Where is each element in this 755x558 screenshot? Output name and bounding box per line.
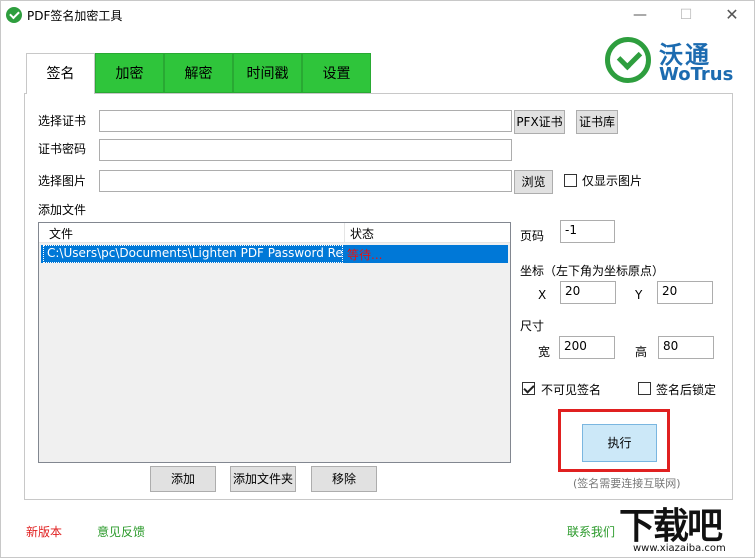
window-title: PDF签名加密工具 [27, 9, 123, 23]
page-label: 页码 [520, 229, 545, 243]
tab-sign[interactable]: 签名 [26, 53, 95, 94]
wotrus-logo: 沃通 WoTrus [605, 35, 750, 87]
column-status[interactable]: 状态 [350, 225, 374, 242]
x-label: X [538, 288, 547, 302]
width-input[interactable]: 200 [559, 336, 615, 359]
feedback-link[interactable]: 意见反馈 [97, 523, 145, 540]
watermark-url: www.xiazaiba.com [633, 543, 726, 554]
add-button[interactable]: 添加 [150, 466, 216, 492]
add-folder-button[interactable]: 添加文件夹 [230, 466, 296, 492]
column-separator [344, 223, 345, 243]
y-input[interactable]: 20 [657, 281, 713, 304]
y-label: Y [635, 288, 643, 302]
size-label: 尺寸 [520, 319, 545, 333]
cert-store-button[interactable]: 证书库 [576, 110, 618, 134]
contact-link[interactable]: 联系我们 [567, 523, 615, 540]
list-header: 文件 状态 [39, 223, 510, 243]
row-file-path: C:\Users\pc\Documents\Lighten PDF Passwo… [47, 246, 343, 260]
minimize-button[interactable]: — [625, 5, 655, 25]
maximize-button[interactable]: ☐ [671, 5, 701, 25]
app-window: PDF签名加密工具 — ☐ ✕ 沃通 WoTrus 签名 加密 解密 时间戳 设… [0, 0, 755, 558]
x-input[interactable]: 20 [560, 281, 616, 304]
invisible-signature-checkbox[interactable] [522, 382, 535, 395]
invisible-signature-label: 不可见签名 [541, 383, 602, 397]
watermark-text: 下载吧 [619, 506, 723, 547]
add-file-label: 添加文件 [38, 203, 87, 217]
pfx-cert-button[interactable]: PFX证书 [514, 110, 565, 134]
only-image-label: 仅显示图片 [582, 174, 643, 188]
new-version-link[interactable]: 新版本 [26, 523, 62, 540]
lock-after-sign-label: 签名后锁定 [656, 383, 717, 397]
logo-en-text: WoTrus [659, 64, 734, 85]
wotrus-check-icon [605, 37, 651, 83]
file-list[interactable]: 文件 状态 C:\Users\pc\Documents\Lighten PDF … [38, 222, 511, 463]
lock-after-sign-checkbox[interactable] [638, 382, 651, 395]
browse-button[interactable]: 浏览 [514, 170, 553, 194]
width-label: 宽 [538, 345, 551, 359]
title-bar: PDF签名加密工具 — ☐ ✕ [1, 1, 755, 29]
cert-input[interactable] [99, 110, 512, 132]
close-button[interactable]: ✕ [717, 5, 747, 25]
only-image-checkbox[interactable] [564, 174, 577, 187]
row-status: 等待... [347, 248, 383, 262]
image-label: 选择图片 [38, 174, 87, 188]
tab-settings[interactable]: 设置 [302, 53, 371, 93]
app-check-icon [6, 7, 22, 23]
image-input[interactable] [99, 170, 512, 192]
tab-timestamp[interactable]: 时间戳 [233, 53, 302, 93]
column-file[interactable]: 文件 [49, 225, 73, 242]
cert-label: 选择证书 [38, 114, 87, 128]
page-input[interactable]: -1 [560, 220, 615, 243]
remove-button[interactable]: 移除 [311, 466, 377, 492]
table-row[interactable]: C:\Users\pc\Documents\Lighten PDF Passwo… [41, 245, 508, 263]
height-label: 高 [635, 345, 648, 359]
coord-label: 坐标（左下角为坐标原点） [520, 264, 665, 278]
internet-note: (签名需要连接互联网) [573, 477, 681, 490]
password-input[interactable] [99, 139, 512, 161]
height-input[interactable]: 80 [658, 336, 714, 359]
password-label: 证书密码 [38, 142, 87, 156]
tab-decrypt[interactable]: 解密 [164, 53, 233, 93]
execute-button[interactable]: 执行 [582, 424, 657, 462]
tab-encrypt[interactable]: 加密 [95, 53, 164, 93]
watermark-logo: 下载吧 www.xiazaiba.com [613, 497, 753, 557]
